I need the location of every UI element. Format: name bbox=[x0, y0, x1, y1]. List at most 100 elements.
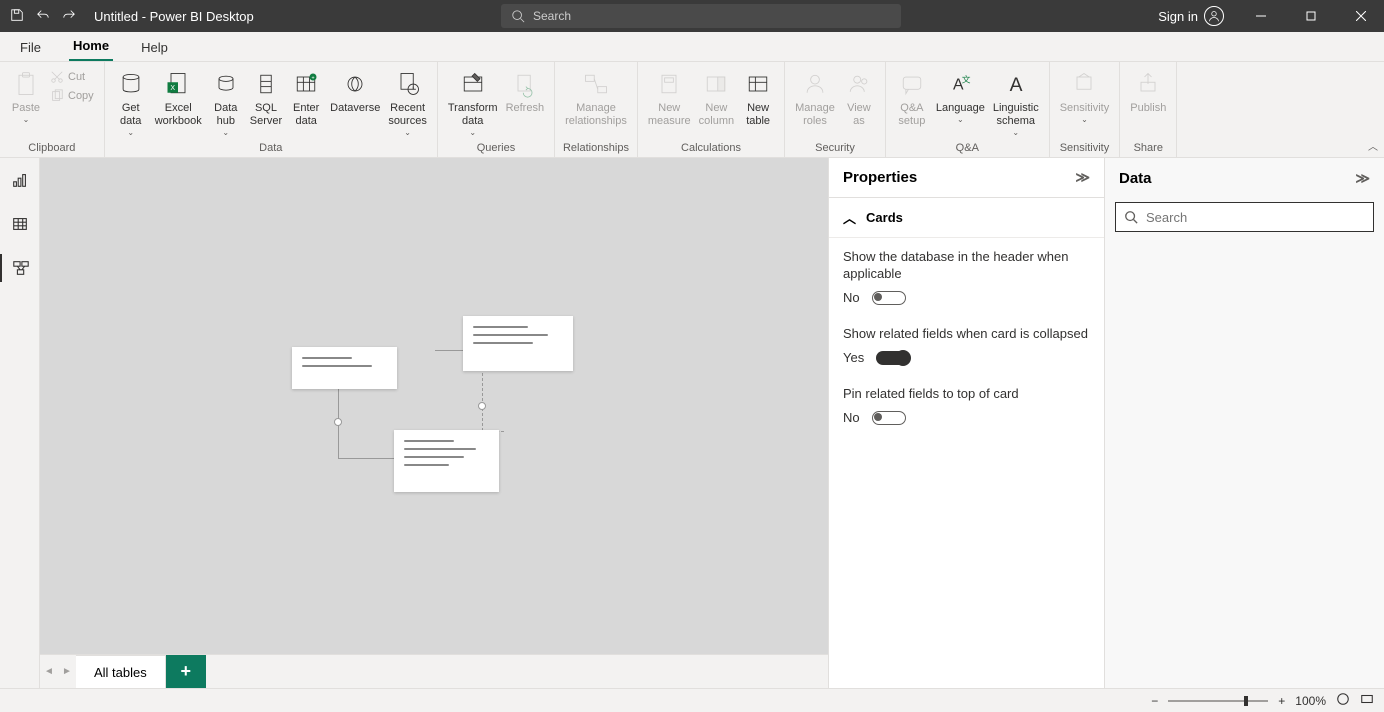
model-card[interactable] bbox=[292, 347, 397, 389]
database-icon bbox=[115, 68, 147, 100]
excel-icon: X bbox=[162, 68, 194, 100]
toggle-show-database-header[interactable] bbox=[872, 291, 906, 305]
minimize-button[interactable] bbox=[1238, 0, 1284, 32]
publish-button[interactable]: Publish bbox=[1126, 66, 1170, 117]
layout-tab-all-tables[interactable]: All tables bbox=[76, 655, 166, 688]
model-view-button[interactable] bbox=[0, 254, 40, 282]
linguistic-icon: A bbox=[1000, 68, 1032, 100]
manage-relationships-button[interactable]: Manage relationships bbox=[561, 66, 631, 130]
canvas-wrap: ◄ ► All tables + bbox=[40, 158, 828, 688]
layout-tabbar: ◄ ► All tables + bbox=[40, 654, 828, 688]
new-table-button[interactable]: New table bbox=[738, 66, 778, 130]
undo-icon[interactable] bbox=[36, 8, 50, 25]
tab-home[interactable]: Home bbox=[69, 32, 113, 61]
chevron-up-icon: ︿ bbox=[843, 208, 856, 227]
fit-to-page-button[interactable] bbox=[1336, 692, 1350, 709]
sql-server-button[interactable]: SQL Server bbox=[246, 66, 286, 130]
tab-help[interactable]: Help bbox=[137, 34, 172, 61]
ribbon-group-qa: Q&A setup A文Language⌄ ALinguistic schema… bbox=[886, 62, 1050, 157]
fit-to-width-button[interactable] bbox=[1360, 692, 1374, 709]
data-pane-title: Data bbox=[1119, 170, 1152, 187]
person-icon bbox=[1204, 6, 1224, 26]
setting-show-related-fields: Show related fields when card is collaps… bbox=[843, 325, 1090, 365]
transform-data-button[interactable]: Transform data⌄ bbox=[444, 66, 502, 139]
excel-workbook-button[interactable]: XExcel workbook bbox=[151, 66, 206, 130]
sql-server-icon bbox=[250, 68, 282, 100]
global-search[interactable]: Search bbox=[501, 4, 901, 28]
view-as-button[interactable]: View as bbox=[839, 66, 879, 130]
recent-sources-button[interactable]: Recent sources⌄ bbox=[384, 66, 431, 139]
dataverse-button[interactable]: Dataverse bbox=[326, 66, 384, 117]
data-hub-button[interactable]: Data hub⌄ bbox=[206, 66, 246, 139]
properties-section-cards[interactable]: ︿ Cards bbox=[829, 198, 1104, 238]
toggle-show-related-fields[interactable] bbox=[876, 351, 910, 365]
recent-sources-icon bbox=[392, 68, 424, 100]
language-icon: A文 bbox=[944, 68, 976, 100]
data-view-button[interactable] bbox=[0, 210, 40, 238]
data-pane-collapse-button[interactable]: ≫ bbox=[1355, 170, 1370, 187]
properties-title: Properties bbox=[843, 169, 917, 186]
data-pane: Data ≫ bbox=[1104, 158, 1384, 688]
model-card[interactable] bbox=[463, 316, 573, 371]
ribbon-group-calculations: New measure New column New table Calcula… bbox=[638, 62, 785, 157]
sign-in-button[interactable]: Sign in bbox=[1148, 6, 1234, 26]
language-button[interactable]: A文Language⌄ bbox=[932, 66, 989, 126]
tab-scroll-right[interactable]: ► bbox=[58, 655, 76, 688]
ribbon-group-clipboard: Paste ⌄ Cut Copy Clipboard bbox=[0, 62, 105, 157]
refresh-button[interactable]: Refresh bbox=[502, 66, 549, 117]
data-search-box[interactable] bbox=[1115, 202, 1374, 232]
publish-icon bbox=[1132, 68, 1164, 100]
model-canvas[interactable] bbox=[40, 158, 828, 654]
ribbon-group-security: Manage roles View as Security bbox=[785, 62, 886, 157]
ribbon-group-queries: Transform data⌄ Refresh Queries bbox=[438, 62, 555, 157]
data-search-input[interactable] bbox=[1146, 210, 1365, 225]
ribbon-collapse-button[interactable]: ︿ bbox=[1368, 138, 1378, 153]
properties-collapse-button[interactable]: ≫ bbox=[1075, 169, 1090, 186]
search-icon bbox=[1124, 210, 1138, 224]
zoom-minus[interactable]: − bbox=[1151, 694, 1158, 708]
quick-access-toolbar bbox=[0, 8, 86, 25]
tab-scroll-left[interactable]: ◄ bbox=[40, 655, 58, 688]
qa-setup-button[interactable]: Q&A setup bbox=[892, 66, 932, 130]
enter-data-button[interactable]: +Enter data bbox=[286, 66, 326, 130]
zoom-slider[interactable] bbox=[1168, 700, 1268, 702]
enter-data-icon: + bbox=[290, 68, 322, 100]
sensitivity-button[interactable]: Sensitivity⌄ bbox=[1056, 66, 1114, 126]
tab-file[interactable]: File bbox=[16, 34, 45, 61]
sensitivity-icon bbox=[1068, 68, 1100, 100]
copy-button[interactable]: Copy bbox=[50, 87, 94, 105]
zoom-value: 100% bbox=[1295, 694, 1326, 708]
close-button[interactable] bbox=[1338, 0, 1384, 32]
svg-text:文: 文 bbox=[962, 73, 971, 84]
ribbon-tab-strip: File Home Help bbox=[0, 32, 1384, 62]
svg-text:+: + bbox=[312, 76, 315, 82]
new-column-button[interactable]: New column bbox=[695, 66, 738, 130]
paste-button[interactable]: Paste ⌄ bbox=[6, 66, 46, 126]
refresh-icon bbox=[509, 68, 541, 100]
svg-text:X: X bbox=[171, 85, 176, 92]
maximize-button[interactable] bbox=[1288, 0, 1334, 32]
view-navigator bbox=[0, 158, 40, 688]
paste-icon bbox=[10, 68, 42, 100]
toggle-pin-related-fields[interactable] bbox=[872, 411, 906, 425]
relationships-icon bbox=[580, 68, 612, 100]
qa-icon bbox=[896, 68, 928, 100]
linguistic-schema-button[interactable]: ALinguistic schema⌄ bbox=[989, 66, 1043, 139]
zoom-plus[interactable]: + bbox=[1278, 694, 1285, 708]
view-as-icon bbox=[843, 68, 875, 100]
dataverse-icon bbox=[339, 68, 371, 100]
report-view-button[interactable] bbox=[0, 166, 40, 194]
column-icon bbox=[700, 68, 732, 100]
save-icon[interactable] bbox=[10, 8, 24, 25]
manage-roles-button[interactable]: Manage roles bbox=[791, 66, 839, 130]
ribbon-group-share: Publish Share bbox=[1120, 62, 1177, 157]
model-card[interactable] bbox=[394, 430, 499, 492]
properties-pane: Properties ≫ ︿ Cards Show the database i… bbox=[828, 158, 1104, 688]
redo-icon[interactable] bbox=[62, 8, 76, 25]
add-layout-button[interactable]: + bbox=[166, 655, 206, 688]
get-data-button[interactable]: Get data⌄ bbox=[111, 66, 151, 139]
title-bar: Untitled - Power BI Desktop Search Sign … bbox=[0, 0, 1384, 32]
new-measure-button[interactable]: New measure bbox=[644, 66, 695, 130]
cut-button[interactable]: Cut bbox=[50, 68, 94, 86]
status-bar: − + 100% bbox=[0, 688, 1384, 712]
